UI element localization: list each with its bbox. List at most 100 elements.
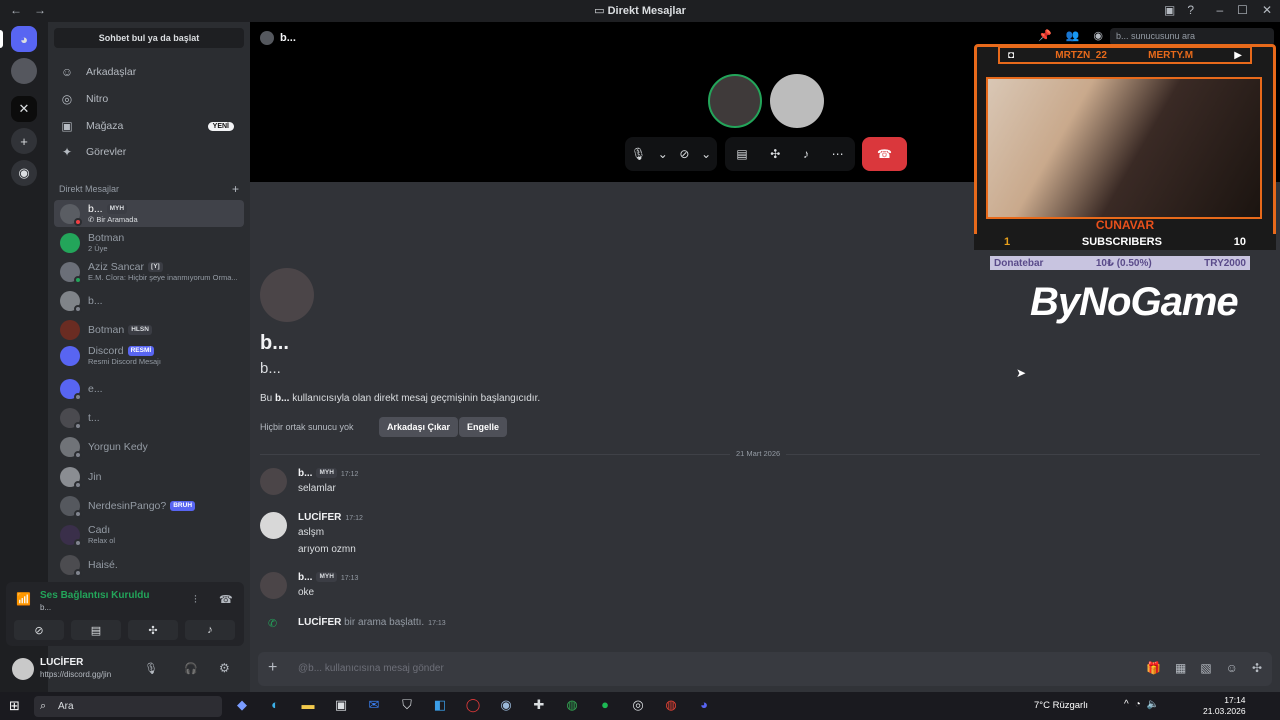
avatar[interactable] <box>260 468 287 495</box>
profile-avatar[interactable] <box>260 268 314 322</box>
add-friend-icon[interactable]: 👥 <box>1066 29 1080 42</box>
microphone-icon[interactable]: 🎙 <box>631 147 646 161</box>
dm-item[interactable]: Haisé. <box>54 551 244 578</box>
friends-icon: ☺ <box>60 65 74 79</box>
camera-off-icon[interactable]: ⊘ <box>679 147 689 161</box>
taskbar-search[interactable]: ⌕ Ara <box>34 696 222 717</box>
maximize-button[interactable]: ☐ <box>1237 3 1248 17</box>
dm-item[interactable]: t... <box>54 404 244 431</box>
dm-item[interactable]: b... <box>54 287 244 314</box>
voice-status[interactable]: Ses Bağlantısı Kuruldu <box>40 590 149 601</box>
avatar[interactable] <box>260 572 287 599</box>
screen-share-button[interactable]: ▤ <box>71 620 121 640</box>
hang-up-button[interactable]: ☎ <box>862 137 907 171</box>
noise-suppression-icon[interactable]: ⫶ <box>194 594 197 607</box>
signal-icon[interactable]: 📶 <box>16 592 31 606</box>
gift-icon[interactable]: 🎁 <box>1146 661 1161 675</box>
add-server-icon[interactable]: + <box>11 128 37 154</box>
minimize-button[interactable]: – <box>1216 3 1223 17</box>
remove-friend-button[interactable]: Arkadaşı Çıkar <box>379 417 459 437</box>
more-icon[interactable]: ⋯ <box>832 147 844 161</box>
call-participant-avatar[interactable] <box>770 74 824 128</box>
dm-item[interactable]: b... MYH ✆ Bir Aramada <box>54 200 244 227</box>
dm-item[interactable]: Botman 2 Üye <box>54 229 244 256</box>
screen-share-icon[interactable]: ▤ <box>736 147 747 161</box>
dm-item[interactable]: Aziz Sancar [Y] E.M. Cîora: Hiçbir şeye in… <box>54 258 244 285</box>
shield-icon[interactable]: ⛉ <box>397 697 417 713</box>
chrome-icon[interactable]: ◍ <box>562 697 582 713</box>
clock[interactable]: 17:14 21.03.2026 <box>1203 695 1246 717</box>
discord-taskbar-icon[interactable]: ◕ <box>694 697 714 713</box>
call-actions: ▤ ✣ ♪ ⋯ <box>725 137 855 171</box>
event-author[interactable]: LUCİFER <box>298 617 341 628</box>
edge-icon[interactable]: ◐ <box>265 697 285 713</box>
attach-plus-icon[interactable]: + <box>268 659 277 677</box>
profile-icon[interactable]: ◉ <box>1093 29 1103 42</box>
nav-nitro[interactable]: ◎ Nitro <box>54 87 244 111</box>
settings-gear-icon[interactable]: ⚙ <box>219 661 230 675</box>
help-icon[interactable]: ? <box>1187 3 1194 17</box>
chevron-down-icon[interactable]: ⌄ <box>658 147 668 161</box>
pin-icon[interactable]: 📌 <box>1038 29 1052 42</box>
steam-icon[interactable]: ◉ <box>496 697 516 713</box>
avatar[interactable] <box>260 512 287 539</box>
message-input[interactable]: @b... kullanıcısına mesaj gönder <box>298 663 444 674</box>
call-participant-avatar[interactable] <box>708 74 762 128</box>
headphones-icon[interactable]: 🎧 <box>184 662 198 675</box>
find-conversation-button[interactable]: Sohbet bul ya da başlat <box>54 28 244 48</box>
clock-time: 17:14 <box>1224 695 1246 705</box>
store-icon[interactable]: ▣ <box>331 697 351 713</box>
dm-item[interactable]: Discord RESMİ Resmi Discord Mesajı <box>54 342 244 369</box>
weather-widget[interactable]: 7°C Rüzgarlı <box>1034 700 1088 711</box>
dm-item[interactable]: Botman HLSN <box>54 316 244 343</box>
volume-icon[interactable]: 🔈 <box>1147 699 1159 710</box>
sticker-icon[interactable]: ▧ <box>1200 661 1211 675</box>
network-icon[interactable]: ◔ <box>1135 699 1141 710</box>
inbox-icon[interactable]: ▣ <box>1164 3 1175 17</box>
dm-name: Haisé. <box>88 558 118 571</box>
video-toggle-button[interactable]: ⊘ <box>14 620 64 640</box>
dm-item[interactable]: e... <box>54 375 244 402</box>
instagram-name: MRTZN_22 <box>1055 49 1107 61</box>
chevron-down-icon[interactable]: ⌄ <box>701 147 711 161</box>
server-avatar-1[interactable] <box>11 58 37 84</box>
soundboard-icon[interactable]: ♪ <box>803 147 809 161</box>
chrome-icon[interactable]: ◍ <box>661 697 681 713</box>
create-dm-icon[interactable]: + <box>232 182 239 196</box>
close-button[interactable]: ✕ <box>1262 3 1272 17</box>
block-button[interactable]: Engelle <box>459 417 508 437</box>
apps-icon[interactable]: ✣ <box>1252 661 1262 675</box>
nav-friends[interactable]: ☺ Arkadaşlar <box>54 60 244 84</box>
dm-item[interactable]: Yorgun Kedy <box>54 433 244 460</box>
server-icon-2[interactable]: ✕ <box>11 96 37 122</box>
dm-item[interactable]: Jin <box>54 463 244 490</box>
message-author[interactable]: LUCİFER <box>298 512 341 523</box>
chevron-up-icon[interactable]: ^ <box>1124 699 1129 710</box>
windows-start-icon[interactable]: ⊞ <box>9 698 20 714</box>
disconnect-icon[interactable]: ☎ <box>219 593 233 606</box>
nav-quests[interactable]: ✦ Görevler <box>54 140 244 164</box>
mail-icon[interactable]: ✉ <box>364 697 384 713</box>
activities-icon[interactable]: ✣ <box>770 147 780 161</box>
game-icon[interactable]: ✚ <box>529 697 549 713</box>
soundboard-button[interactable]: ♪ <box>185 620 235 640</box>
emoji-icon[interactable]: ☺ <box>1226 661 1238 675</box>
message-author[interactable]: b... <box>298 572 312 583</box>
dm-item[interactable]: Cadı Relax ol <box>54 521 244 548</box>
discord-home-icon[interactable]: ◕ <box>11 26 37 52</box>
vscode-icon[interactable]: ◧ <box>430 697 450 713</box>
intro-suffix: kullanıcısıyla olan direkt mesaj geçmişi… <box>292 393 541 404</box>
dm-item[interactable]: NerdesinPango? BRUH <box>54 492 244 519</box>
discover-icon[interactable]: ◉ <box>11 160 37 186</box>
message-author[interactable]: b... <box>298 468 312 479</box>
microphone-icon[interactable]: 🎙 <box>144 662 158 675</box>
nav-shop[interactable]: ▣ Mağaza YENİ <box>54 114 244 138</box>
activities-button[interactable]: ✣ <box>128 620 178 640</box>
user-avatar[interactable] <box>12 658 34 680</box>
file-explorer-icon[interactable]: ▬ <box>298 697 318 713</box>
obs-icon[interactable]: ◎ <box>628 697 648 713</box>
spotify-icon[interactable]: ● <box>595 697 615 713</box>
opera-icon[interactable]: ◯ <box>463 697 483 713</box>
copilot-icon[interactable]: ◆ <box>232 697 252 713</box>
gif-icon[interactable]: ▦ <box>1175 661 1186 675</box>
